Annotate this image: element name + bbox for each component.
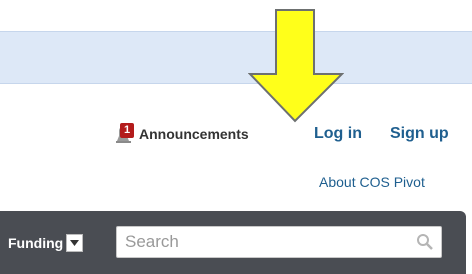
search-icon[interactable] <box>416 233 434 251</box>
page: 1 Announcements Log in Sign up About COS… <box>0 0 472 274</box>
bell-icon: 1 <box>114 122 138 146</box>
top-banner <box>0 31 472 84</box>
signup-link[interactable]: Sign up <box>390 125 449 143</box>
chevron-down-icon <box>66 234 84 252</box>
about-cos-pivot-link[interactable]: About COS Pivot <box>319 174 425 190</box>
search-bar: Funding <box>0 211 466 274</box>
announcements-label: Announcements <box>139 126 249 142</box>
announcements-link[interactable]: 1 Announcements <box>114 122 249 146</box>
search-input[interactable] <box>116 226 442 258</box>
announcement-count-badge: 1 <box>120 123 134 138</box>
yellow-down-arrow-annotation <box>248 9 344 123</box>
login-link[interactable]: Log in <box>314 125 362 143</box>
search-scope-dropdown[interactable]: Funding <box>8 231 84 255</box>
search-scope-label: Funding <box>8 235 64 251</box>
